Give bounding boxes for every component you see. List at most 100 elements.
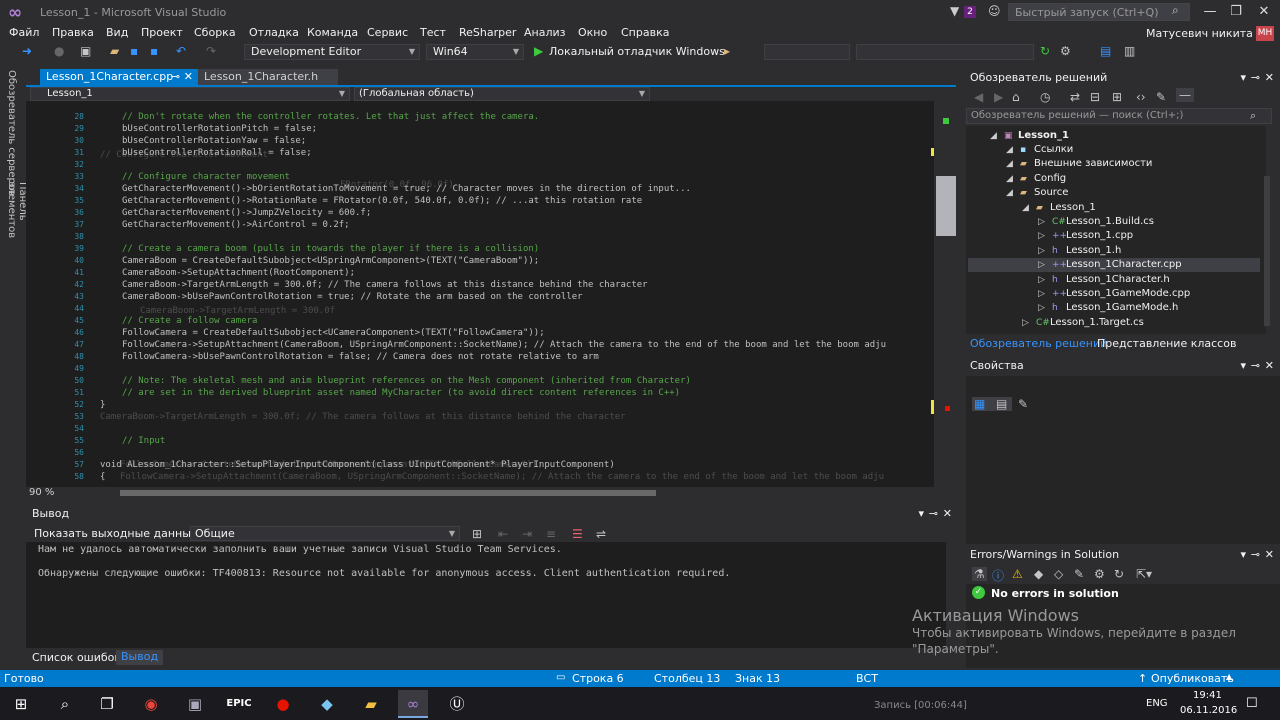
tree-item[interactable]: ◢ ▰ Source (1006, 187, 1068, 198)
back-icon[interactable]: ➜ (22, 44, 32, 58)
file-explorer-icon[interactable]: ▰ (356, 690, 386, 718)
menu-view[interactable]: Вид (106, 26, 128, 40)
tree-item[interactable]: ▷ ++Lesson_1GameMode.cpp (1038, 288, 1190, 299)
tree-item[interactable]: ◢ ▣ Lesson_1 (990, 130, 1069, 141)
tree-item[interactable]: ◢ ▰ Внешние зависимости (1006, 158, 1152, 169)
menu-team[interactable]: Команда (307, 26, 358, 40)
clear-icon[interactable]: ≡ (546, 527, 556, 541)
export-icon[interactable]: ⇱▾ (1136, 567, 1152, 581)
view-code-icon[interactable]: ‹› (1136, 90, 1146, 104)
close-icon[interactable]: ✕ (1265, 548, 1274, 561)
feedback-icon[interactable]: ☺ (988, 4, 1001, 18)
tab-error-list[interactable]: Список ошибок (32, 651, 121, 664)
tab-lesson1character-h[interactable]: Lesson_1Character.h (198, 69, 338, 85)
tree-item[interactable]: ▷ h Lesson_1Character.h (1038, 274, 1170, 285)
epic-games-icon[interactable]: EPIC (224, 690, 254, 718)
editor-scroll-thumb[interactable] (936, 176, 956, 236)
notifications-icon[interactable]: ☐ (1246, 696, 1258, 711)
user-avatar[interactable]: МН (1256, 26, 1274, 41)
close-icon[interactable]: ✕ (184, 70, 193, 83)
close-icon[interactable]: ✕ (943, 507, 952, 520)
expander-icon[interactable]: ◢ (1022, 203, 1036, 213)
status-line[interactable]: Строка 6 (572, 672, 624, 685)
clock-date[interactable]: 06.11.2016 (1180, 705, 1237, 716)
home-icon[interactable]: ⌂ (1012, 90, 1020, 104)
toolbar-extra-icon-2[interactable]: ▥ (1124, 44, 1135, 58)
app-icon-2[interactable]: ◆ (312, 690, 342, 718)
tree-item[interactable]: ▷ h Lesson_1.h (1038, 245, 1121, 256)
categorized-icon[interactable]: ▦ (974, 397, 985, 411)
maximize-button[interactable]: ❐ (1222, 2, 1250, 22)
filter-icon[interactable]: ▼ (950, 4, 959, 18)
menu-debug[interactable]: Отладка (249, 26, 299, 40)
publish-button[interactable]: Опубликовать (1151, 672, 1234, 685)
user-name[interactable]: Матусевич никита (1146, 27, 1253, 40)
tab-output[interactable]: Вывод (116, 650, 164, 665)
empty-combo-2[interactable] (856, 44, 1034, 60)
unreal-engine-icon[interactable]: Ⓤ (442, 690, 472, 718)
task-view-icon[interactable]: ❐ (92, 690, 122, 718)
dropdown-icon[interactable]: ▾ (918, 507, 924, 520)
solution-search-input[interactable]: Обозреватель решений — поиск (Ctrl+;) (966, 108, 1272, 124)
tree-scrollbar[interactable] (1264, 176, 1270, 326)
save-icon[interactable]: ▪ (130, 44, 138, 58)
expander-icon[interactable]: ▷ (1038, 275, 1052, 285)
info-icon[interactable]: ⓘ (992, 567, 1004, 584)
show-all-files-icon[interactable]: ⊞ (1112, 90, 1122, 104)
search-icon[interactable]: ⌕ (50, 690, 80, 718)
word-wrap-icon[interactable]: ⇌ (596, 527, 606, 541)
notification-badge[interactable]: 2 (964, 6, 976, 18)
toolbox-tab[interactable]: Панель элементов (6, 182, 28, 270)
toolbar-extra-icon[interactable]: ▤ (1100, 44, 1111, 58)
forward-icon[interactable]: ● (54, 44, 64, 58)
find-message-icon[interactable]: ⊞ (472, 527, 482, 541)
quick-launch-input[interactable]: Быстрый запуск (Ctrl+Q) (1008, 3, 1190, 21)
forward-icon[interactable]: ▶ (994, 90, 1003, 104)
search-icon[interactable]: ⌕ (1172, 3, 1179, 18)
horizontal-scroll-thumb[interactable] (120, 490, 656, 496)
warning-icon[interactable]: ⚠ (1012, 567, 1023, 581)
suggestion-icon[interactable]: ◇ (1054, 567, 1063, 581)
zoom-level[interactable]: 90 % (26, 487, 86, 499)
search-icon[interactable]: ⌕ (1250, 109, 1256, 123)
menu-project[interactable]: Проект (141, 26, 183, 40)
output-text-area[interactable] (26, 542, 946, 648)
clear-all-icon[interactable]: ☰ (572, 527, 583, 541)
tree-item[interactable]: ◢ ▰ Config (1006, 173, 1066, 184)
tree-item[interactable]: ▷ C#Lesson_1.Target.cs (1022, 317, 1144, 328)
refresh-icon[interactable]: ↻ (1040, 44, 1050, 58)
expander-icon[interactable]: ▷ (1038, 303, 1052, 313)
menu-build[interactable]: Сборка (194, 26, 236, 40)
menu-test[interactable]: Тест (420, 26, 446, 40)
start-debug-icon[interactable]: ▶ (534, 44, 543, 58)
attach-icon[interactable]: ▸ (724, 44, 730, 58)
project-dropdown[interactable]: Lesson_1 ▼ (30, 87, 350, 101)
settings-icon[interactable]: ⚙ (1094, 567, 1105, 581)
tree-item[interactable]: ◢ ▰ Lesson_1 (1022, 202, 1096, 213)
pin-icon[interactable]: ⊸ (929, 507, 938, 520)
refresh-icon[interactable]: ↻ (1114, 567, 1124, 581)
property-pages-icon[interactable]: ✎ (1018, 397, 1028, 411)
dropdown-icon[interactable]: ▾ (1240, 548, 1246, 561)
scope-dropdown[interactable]: (Глобальная область) ▼ (354, 87, 650, 101)
pin-icon[interactable]: ⊸ (1251, 548, 1260, 561)
tab-lesson1character-cpp[interactable]: Lesson_1Character.cpp ⊸ ✕ (40, 69, 198, 85)
pin-icon[interactable]: ⊸ (1251, 359, 1260, 372)
tree-item[interactable]: ◢ ▪ Ссылки (1006, 144, 1073, 155)
status-insert-mode[interactable]: ВСТ (856, 672, 878, 685)
clock-time[interactable]: 19:41 (1193, 690, 1222, 701)
chrome-icon[interactable]: ◉ (136, 690, 166, 718)
start-debugger-button[interactable]: Локальный отладчик Windows (549, 45, 725, 58)
new-project-icon[interactable]: ▣ (80, 44, 91, 58)
recorder-icon[interactable]: ● (268, 690, 298, 718)
hint-icon[interactable]: ◆ (1034, 567, 1043, 581)
tree-item[interactable]: ▷ ++Lesson_1.cpp (1038, 230, 1133, 241)
expander-icon[interactable]: ◢ (1006, 145, 1020, 155)
status-column[interactable]: Столбец 13 (654, 672, 720, 685)
app-icon[interactable]: ▣ (180, 690, 210, 718)
status-char[interactable]: Знак 13 (735, 672, 780, 685)
platform-combo[interactable]: Win64 ▼ (426, 44, 524, 60)
menu-window[interactable]: Окно (578, 26, 607, 40)
expander-icon[interactable]: ◢ (990, 131, 1004, 141)
next-message-icon[interactable]: ⇥ (522, 527, 532, 541)
